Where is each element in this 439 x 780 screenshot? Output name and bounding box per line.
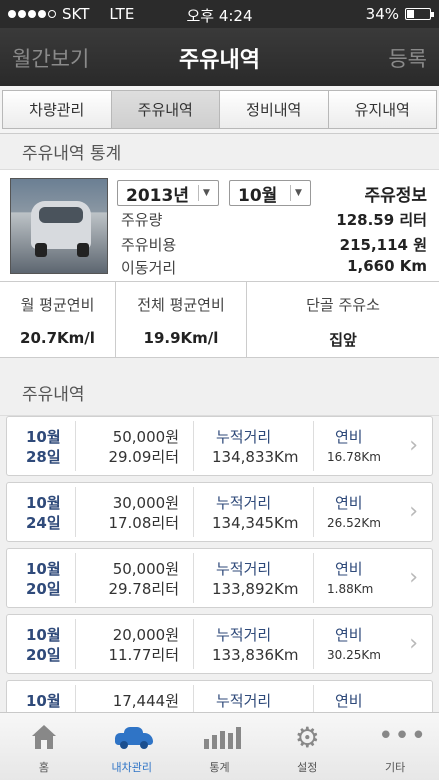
record-efficiency: 16.78Km (327, 450, 381, 464)
record-efficiency-label: 연비 (335, 560, 363, 578)
record-efficiency-label: 연비 (335, 626, 363, 644)
segment-tabs: 차량관리 주유내역 정비내역 유지내역 (0, 86, 439, 134)
tab-fuel-history[interactable]: 주유내역 (111, 90, 220, 129)
record-amount: 50,000원 (112, 428, 179, 446)
record-distance-label: 누적거리 (216, 626, 272, 644)
record-month: 10월 (26, 494, 61, 512)
fuel-record-row[interactable]: 10월 28일 50,000원 29.09리터 누적거리 134,833Km 연비 16… (6, 416, 433, 476)
record-distance-label: 누적거리 (216, 428, 272, 446)
record-distance: 133,836Km (212, 646, 299, 664)
month-select-value: 10월 (238, 185, 278, 206)
record-day: 28일 (26, 448, 61, 466)
bottom-tab-home[interactable]: 홈 (0, 713, 88, 780)
bottom-tab-more-label: 기타 (384, 761, 406, 774)
average-stats: 월 평균연비 20.7Km/l 전체 평균연비 19.9Km/l 단골 주유소 … (0, 282, 439, 358)
battery-percent: 34% (365, 5, 399, 23)
fuel-record-list[interactable]: 10월 28일 50,000원 29.09리터 누적거리 134,833Km 연비 16… (0, 416, 439, 712)
fuel-amount-value: 128.59 리터 (336, 211, 427, 229)
record-efficiency: 1.88Km (327, 582, 374, 596)
record-month: 10월 (26, 560, 61, 578)
fuel-info-title: 주유정보 (364, 186, 427, 206)
bottom-tab-stats[interactable]: 통계 (176, 713, 264, 780)
record-distance: 134,345Km (212, 514, 299, 532)
year-select[interactable]: 2013년 ▼ (117, 180, 219, 206)
distance-label: 이동거리 (121, 259, 177, 277)
fuel-record-row[interactable]: 10월 24일 30,000원 17.08리터 누적거리 134,345Km 연비 26… (6, 482, 433, 542)
page-title: 주유내역 (179, 48, 260, 73)
chevron-down-icon: ▼ (198, 185, 214, 201)
record-month: 10월 (26, 692, 61, 710)
gear-icon: ⚙ (294, 721, 320, 754)
record-day: 20일 (26, 580, 61, 598)
record-distance-label: 누적거리 (216, 692, 272, 710)
bottom-tab-home-label: 홈 (38, 761, 49, 774)
record-liters: 11.77리터 (108, 646, 179, 664)
vehicle-photo[interactable] (10, 178, 108, 274)
fuel-amount-label: 주유량 (121, 211, 163, 229)
fuel-record-row[interactable]: 10월 20일 50,000원 29.78리터 누적거리 133,892Km 연비 1.… (6, 548, 433, 608)
record-efficiency-label: 연비 (335, 428, 363, 446)
overall-average-label: 전체 평균연비 (137, 296, 225, 314)
tab-upkeep-history[interactable]: 유지내역 (328, 90, 437, 129)
favorite-station-label: 단골 주유소 (306, 296, 380, 314)
fuel-record-row[interactable]: 10월 17,444원 누적거리 연비 (6, 680, 433, 712)
bottom-tab-stats-label: 통계 (209, 761, 230, 774)
more-icon: ••• (378, 721, 428, 751)
monthly-average-value: 20.7Km/l (20, 329, 95, 347)
record-amount: 30,000원 (112, 494, 179, 512)
favorite-station-cell: 단골 주유소 집앞 (247, 282, 439, 357)
status-bar: SKT LTE 오후 4:24 34% (0, 0, 439, 28)
record-month: 10월 (26, 626, 61, 644)
records-section-header: 주유내역 (0, 358, 439, 416)
chevron-right-icon: › (409, 631, 418, 656)
home-icon (27, 725, 61, 751)
record-month: 10월 (26, 428, 61, 446)
record-day: 20일 (26, 646, 61, 664)
chevron-right-icon: › (409, 499, 418, 524)
monthly-average-label: 월 평균연비 (20, 296, 95, 314)
year-select-value: 2013년 (126, 185, 189, 206)
favorite-station-value: 집앞 (329, 331, 357, 349)
bar-chart-icon (202, 725, 242, 751)
record-amount: 50,000원 (112, 560, 179, 578)
register-button[interactable]: 등록 (388, 43, 427, 73)
chevron-down-icon: ▼ (290, 185, 306, 201)
fuel-cost-label: 주유비용 (121, 236, 177, 254)
fuel-cost-value: 215,114 원 (339, 236, 427, 254)
record-day: 24일 (26, 514, 61, 532)
chevron-right-icon: › (409, 433, 418, 458)
monthly-average-cell: 월 평균연비 20.7Km/l (0, 282, 116, 357)
record-distance: 134,833Km (212, 448, 299, 466)
battery-icon (405, 8, 434, 20)
distance-value: 1,660 Km (347, 257, 427, 275)
record-amount: 17,444원 (112, 692, 179, 710)
month-select[interactable]: 10월 ▼ (229, 180, 311, 206)
bottom-tab-my-car-label: 내차관리 (111, 761, 152, 774)
record-efficiency: 26.52Km (327, 516, 381, 530)
bottom-tab-bar: 홈 내차관리 통계 ⚙ 설정 ••• 기타 (0, 712, 439, 780)
chevron-right-icon: › (409, 565, 418, 590)
record-distance-label: 누적거리 (216, 560, 272, 578)
record-efficiency-label: 연비 (335, 494, 363, 512)
stats-section-header: 주유내역 통계 (0, 134, 439, 170)
tab-vehicle-management[interactable]: 차량관리 (2, 90, 112, 129)
record-liters: 17.08리터 (108, 514, 179, 532)
car-icon (114, 725, 153, 751)
bottom-tab-my-car[interactable]: 내차관리 (88, 713, 176, 780)
overall-average-value: 19.9Km/l (143, 329, 219, 347)
tab-maintenance-history[interactable]: 정비내역 (220, 90, 329, 129)
fuel-record-row[interactable]: 10월 20일 20,000원 11.77리터 누적거리 133,836Km 연비 30… (6, 614, 433, 674)
record-amount: 20,000원 (112, 626, 179, 644)
navigation-bar: 월간보기 주유내역 등록 (0, 28, 439, 86)
record-efficiency: 30.25Km (327, 648, 381, 662)
overall-average-cell: 전체 평균연비 19.9Km/l (116, 282, 247, 357)
record-distance-label: 누적거리 (216, 494, 272, 512)
record-liters: 29.09리터 (108, 448, 179, 466)
bottom-tab-more[interactable]: ••• 기타 (351, 713, 439, 780)
bottom-tab-settings-label: 설정 (297, 761, 318, 774)
record-efficiency-label: 연비 (335, 692, 363, 710)
bottom-tab-settings[interactable]: ⚙ 설정 (263, 713, 351, 780)
record-liters: 29.78리터 (108, 580, 179, 598)
record-distance: 133,892Km (212, 580, 299, 598)
